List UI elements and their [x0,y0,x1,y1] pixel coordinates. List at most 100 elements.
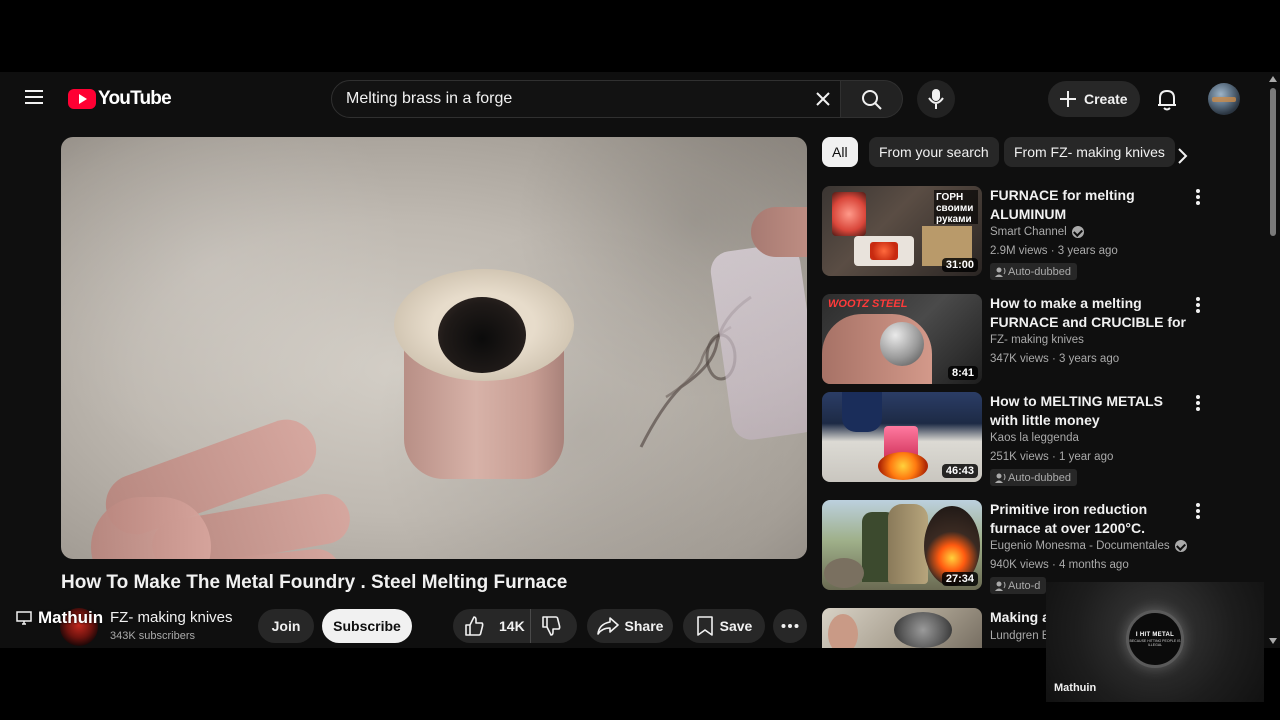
share-icon [596,617,619,635]
bell-icon[interactable] [1154,86,1180,112]
scroll-down-arrow[interactable] [1269,638,1277,644]
overlay-user-name: Mathuin [38,608,104,627]
verified-icon [1071,226,1084,238]
youtube-play-icon [68,89,96,109]
recommendation-item[interactable]: WOOTZ STEEL 8:41 How to make a melting F… [822,294,1212,386]
like-dislike-group: 14K [453,609,577,643]
auto-dubbed-badge: Auto-dubbed [990,263,1077,280]
video-title: How To Make The Metal Foundry . Steel Me… [61,572,568,593]
logo-line-2: BECAUSE HITTING PEOPLE IS ILLEGAL [1129,638,1181,647]
search-input[interactable] [346,81,806,117]
video-thumbnail[interactable]: 46:43 [822,392,982,482]
chip-all[interactable]: All [822,137,858,167]
chip-from-channel[interactable]: From FZ- making knives [1004,137,1175,167]
thumbnail-text: ГОРН своими руками [934,190,978,225]
more-vert-icon[interactable] [1194,394,1202,414]
search-icon [862,90,882,110]
auto-dubbed-badge: Auto-dubbed [990,469,1077,486]
overlay-name: Mathuin [1054,682,1097,694]
thumbs-up-icon [465,616,484,636]
channel-name[interactable]: FZ- making knives [110,609,233,626]
recommendation-item[interactable]: 46:43 How to MELTING METALS with little … [822,392,1212,486]
logo-line-1: I HIT METAL [1135,631,1175,638]
video-duration: 8:41 [947,366,978,380]
auto-dubbed-icon [995,473,1006,483]
masthead: YouTube Create [0,72,1280,126]
auto-dubbed-badge: Auto-d [990,577,1047,594]
hand-with-glass-image [708,207,807,443]
mic-icon [928,89,944,109]
share-label: Share [624,618,664,634]
save-button[interactable]: Save [683,609,765,643]
search-button[interactable] [841,80,903,118]
page-scrollbar[interactable] [1269,76,1277,644]
hand-image [81,387,401,559]
save-label: Save [719,618,753,634]
recommendation-channel[interactable]: Kaos la leggenda [990,432,1079,444]
youtube-logo[interactable]: YouTube [68,88,172,110]
more-vert-icon[interactable] [1194,296,1202,316]
voice-search-button[interactable] [917,80,955,118]
scroll-thumb[interactable] [1270,88,1276,236]
overlay-logo: I HIT METAL BECAUSE HITTING PEOPLE IS IL… [1126,610,1184,668]
recommendation-channel[interactable]: Smart Channel [990,226,1084,238]
auto-dubbed-icon [995,581,1006,591]
channel-label: Eugenio Monesma - Documentales [990,540,1170,552]
more-vert-icon[interactable] [1194,502,1202,522]
video-thumbnail[interactable]: ГОРН своими руками 31:00 [822,186,982,276]
recommendation-item[interactable]: ГОРН своими руками 31:00 FURNACE for mel… [822,186,1212,280]
close-icon[interactable] [812,88,834,110]
dislike-button[interactable] [531,609,577,643]
recommendation-title[interactable]: How to MELTING METALS with little money [990,392,1186,430]
channel-label: FZ- making knives [990,334,1084,346]
bookmark-icon [696,616,713,636]
video-duration: 31:00 [941,258,978,272]
search-box [331,80,841,118]
subscriber-count: 343K subscribers [110,630,195,642]
video-thumbnail[interactable] [822,608,982,648]
channel-label: Lundgren B [990,630,1050,642]
create-label: Create [1084,91,1128,107]
recommendation-channel[interactable]: Lundgren B [990,630,1049,642]
account-avatar[interactable] [1208,83,1240,115]
channel-label: Smart Channel [990,226,1067,238]
more-horiz-icon [781,624,799,628]
recommendation-channel[interactable]: Eugenio Monesma - Documentales [990,540,1187,552]
badge-label: Auto-d [1008,579,1041,592]
video-thumbnail[interactable]: 27:34 [822,500,982,590]
more-actions-button[interactable] [773,609,807,643]
chip-from-your-search[interactable]: From your search [869,137,999,167]
scroll-up-arrow[interactable] [1269,76,1277,82]
video-thumbnail[interactable]: WOOTZ STEEL 8:41 [822,294,982,384]
join-button[interactable]: Join [258,609,314,643]
chevron-right-icon[interactable] [1170,144,1194,168]
crucible-image [394,269,574,481]
thumbnail-text: WOOTZ STEEL [828,298,908,310]
recommendation-meta: 347K views · 3 years ago [990,353,1120,365]
recommendation-item[interactable]: 27:34 Primitive iron reduction furnace a… [822,500,1212,594]
video-player[interactable] [61,137,807,559]
menu-icon[interactable] [22,86,46,110]
like-button[interactable]: 14K [453,609,531,643]
like-count: 14K [499,618,525,634]
more-vert-icon[interactable] [1194,188,1202,208]
badge-label: Auto-dubbed [1008,265,1071,278]
create-button[interactable]: Create [1048,81,1140,117]
stream-overlay: I HIT METAL BECAUSE HITTING PEOPLE IS IL… [1046,582,1264,702]
recommendation-title[interactable]: Primitive iron reduction furnace at over… [990,500,1186,538]
desktop-icon [16,611,32,625]
subscribe-button[interactable]: Subscribe [322,609,412,643]
channel-label: Kaos la leggenda [990,432,1079,444]
logo-text: YouTube [98,88,172,109]
share-button[interactable]: Share [587,609,673,643]
video-duration: 27:34 [941,572,978,586]
recommendation-title[interactable]: FURNACE for melting ALUMINUM [990,186,1186,224]
recommendation-meta: 251K views · 1 year ago [990,451,1114,463]
verified-icon [1174,540,1187,552]
browser-viewport: YouTube Create [0,72,1280,648]
recommendation-channel[interactable]: FZ- making knives [990,334,1084,346]
video-owner-row: Mathuin FZ- making knives 343K subscribe… [0,604,820,648]
recommendation-meta: 940K views · 4 months ago [990,559,1129,571]
recommendation-title[interactable]: How to make a melting FURNACE and CRUCIB… [990,294,1186,332]
plus-icon [1060,91,1076,107]
